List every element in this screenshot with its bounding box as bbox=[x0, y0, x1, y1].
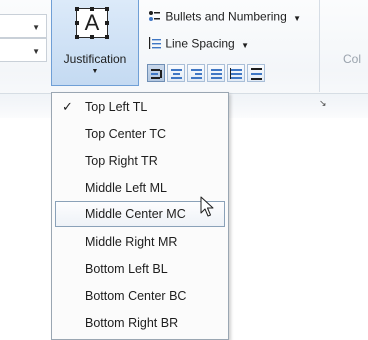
menu-item-top-right[interactable]: Top Right TR bbox=[52, 148, 228, 174]
justification-label: Justification bbox=[63, 52, 127, 66]
bullets-and-numbering-button[interactable]: Bullets and Numbering ▼ bbox=[148, 9, 301, 26]
align-right-icon[interactable] bbox=[187, 64, 205, 82]
bullets-icon bbox=[148, 9, 162, 26]
ribbon-group-separator bbox=[319, 0, 320, 92]
line-spacing-label: Line Spacing bbox=[165, 36, 235, 51]
menu-item-top-left[interactable]: ✓ Top Left TL bbox=[52, 94, 228, 120]
chevron-down-icon: ▼ bbox=[241, 40, 249, 50]
dialog-launcher-icon[interactable]: ↘ bbox=[319, 98, 327, 109]
justification-button[interactable]: A Justification ▼ bbox=[51, 0, 139, 86]
vertical-distribute-icon[interactable] bbox=[247, 64, 265, 82]
menu-item-bottom-left[interactable]: Bottom Left BL bbox=[52, 256, 228, 282]
justification-icon: A bbox=[75, 7, 109, 39]
columns-button-label[interactable]: Col bbox=[343, 52, 361, 66]
distribute-icon[interactable] bbox=[227, 64, 245, 82]
size-combo[interactable]: ▼ bbox=[0, 38, 47, 62]
chevron-down-icon: ▼ bbox=[32, 23, 40, 32]
menu-item-bottom-center[interactable]: Bottom Center BC bbox=[52, 283, 228, 309]
checkmark-icon: ✓ bbox=[62, 99, 73, 114]
paragraph-alignment-group bbox=[147, 64, 265, 82]
chevron-down-icon: ▼ bbox=[32, 47, 40, 56]
menu-item-middle-right[interactable]: Middle Right MR bbox=[52, 229, 228, 255]
font-combo[interactable]: ▼ bbox=[0, 14, 47, 38]
menu-item-top-center[interactable]: Top Center TC bbox=[52, 121, 228, 147]
align-center-icon[interactable] bbox=[167, 64, 185, 82]
menu-item-bottom-right[interactable]: Bottom Right BR bbox=[52, 310, 228, 336]
bullets-label: Bullets and Numbering bbox=[165, 9, 287, 24]
mouse-pointer-icon bbox=[200, 196, 214, 223]
align-left-icon[interactable] bbox=[147, 64, 165, 82]
line-spacing-button[interactable]: Line Spacing ▼ bbox=[148, 36, 249, 53]
justify-icon[interactable] bbox=[207, 64, 225, 82]
chevron-down-icon: ▼ bbox=[293, 13, 302, 23]
line-spacing-icon bbox=[148, 36, 162, 53]
chevron-down-icon: ▼ bbox=[91, 68, 99, 75]
